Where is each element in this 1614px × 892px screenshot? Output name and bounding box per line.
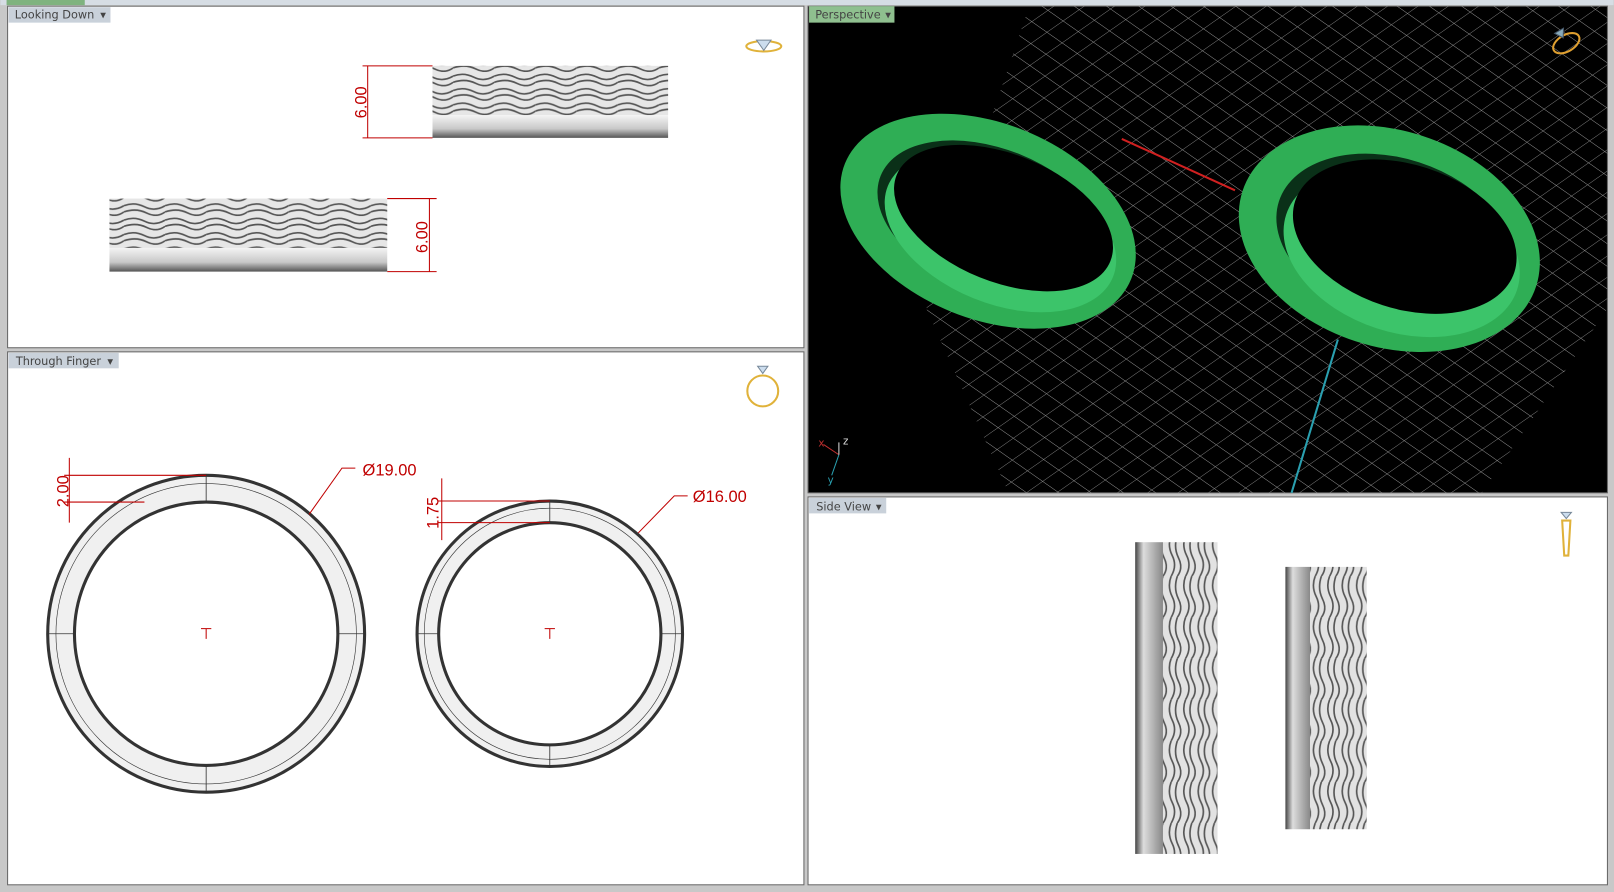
ring-side-small [1285,566,1367,830]
svg-text:z: z [843,435,848,447]
ring-side-large [1135,542,1218,854]
active-top-tab[interactable] [6,0,85,6]
dimension-thickness-large: 2.00 [54,475,72,507]
viewport-perspective[interactable]: Perspective ▾ x z y [807,5,1608,494]
top-tab-strip[interactable] [0,0,1614,6]
viewport-title: Side View [816,500,871,513]
dimension-height-large: 6.00 [413,221,431,253]
dimension-height-small: 6.00 [353,86,371,118]
dimension-diameter-small: Ø16.00 [693,488,747,506]
viewport-through-finger[interactable]: Through Finger ▾ Ø19.00 Ø16.00 2.00 1.75 [7,351,805,886]
viewport-side-view[interactable]: Side View ▾ [807,496,1608,886]
ring-top-view-small [432,65,669,138]
viewport-title: Perspective [815,9,880,22]
dropdown-arrow-icon[interactable]: ▾ [876,500,882,513]
dropdown-arrow-icon[interactable]: ▾ [100,9,106,22]
dropdown-arrow-icon[interactable]: ▾ [885,9,891,22]
ring-top-view-large [109,198,388,272]
dimension-thickness-small: 1.75 [425,497,443,529]
dropdown-arrow-icon[interactable]: ▾ [107,355,113,368]
viewport-title: Looking Down [15,9,95,22]
svg-text:x: x [818,438,824,450]
svg-text:y: y [828,475,834,487]
rhino-workspace: Looking Down ▾ 6.00 6.00 Through Finger … [0,0,1614,886]
dimension-diameter-large: Ø19.00 [363,461,417,479]
viewport-title: Through Finger [15,355,102,368]
viewport-looking-down[interactable]: Looking Down ▾ 6.00 6.00 [7,5,805,349]
